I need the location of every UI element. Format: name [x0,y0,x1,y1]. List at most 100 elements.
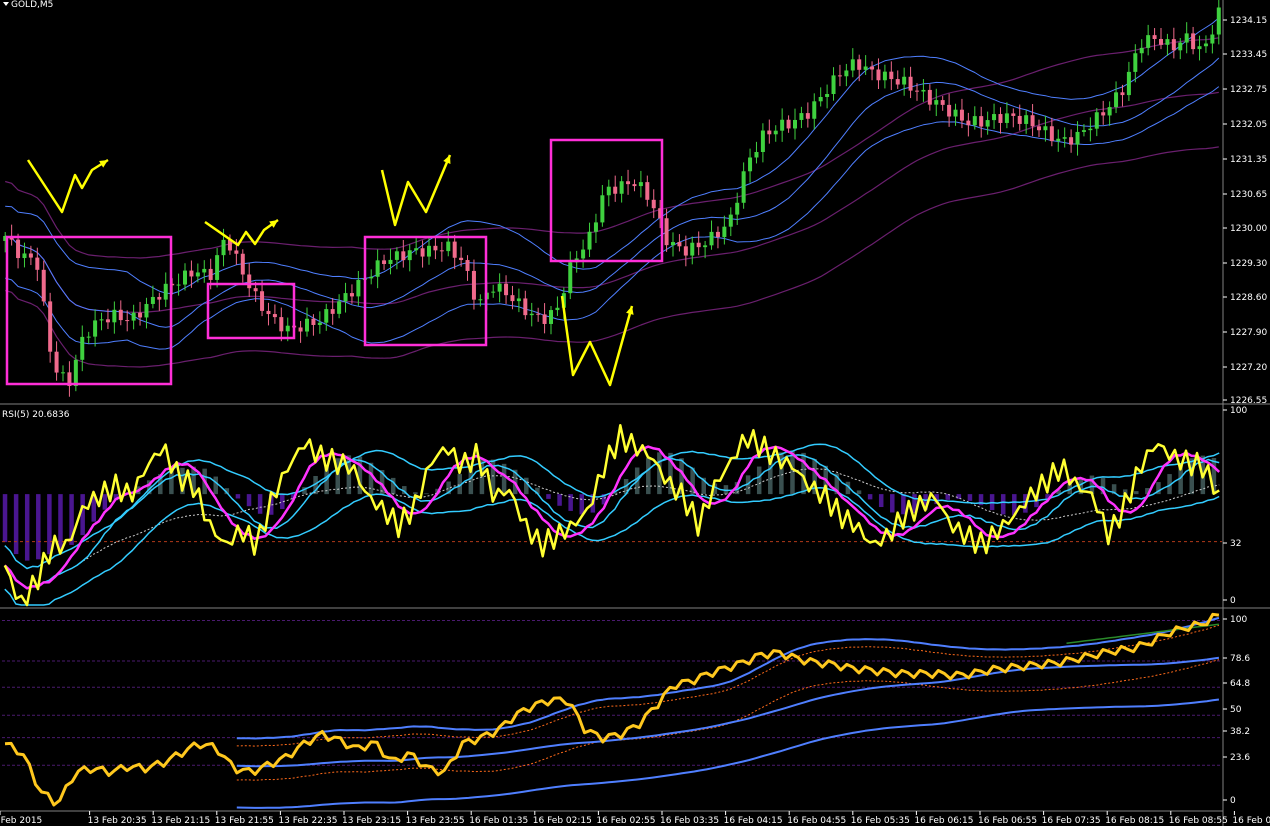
stoch-green-line [1066,623,1219,644]
purple-band-lower [5,146,1219,368]
candle-body [195,272,200,277]
rsi-histogram-bar [967,494,973,501]
candle-body [202,268,207,273]
candle-body [1043,126,1048,131]
rsi-histogram-bar [36,494,41,560]
candle-body [516,298,521,302]
time-tick-label: 13 Feb 21:55 [215,816,274,826]
candle-body [581,249,586,259]
candle-body [1165,39,1170,45]
candle-body [715,231,720,238]
candle-body [465,260,470,271]
rsi-histogram-bar [368,462,374,495]
candle-body [1197,46,1202,50]
price-tick-label: 1231.35 [1230,155,1267,165]
candle-body [189,270,194,277]
candle-body [825,94,830,97]
candle-body [927,89,932,105]
candle-body [240,253,245,275]
candle-body [651,199,656,209]
yellow-arrow [380,154,452,227]
fib-tick-label: 78.6 [1230,654,1250,664]
candle-body [324,309,329,323]
rsi-histogram-bar [257,494,263,514]
candle-body [221,239,226,256]
candle-body [1210,34,1215,44]
candle-body [99,319,104,321]
candle-body [427,245,431,257]
candle-body [536,313,541,315]
rsi-histogram-bar [235,494,241,499]
candle-body [677,242,682,247]
highlight-box [549,138,664,263]
price-tick-label: 1226.55 [1230,396,1267,406]
candle-body [587,231,592,250]
candle-body [28,253,33,258]
rsi-tick-label: 32 [1230,539,1241,549]
candle-body [330,309,335,314]
candle-body [1081,130,1086,132]
candle-body [80,336,85,360]
candle-body [1178,42,1183,51]
candle-body [626,181,631,185]
candle-body [966,120,971,126]
candle-body [934,100,939,105]
candle-body [767,130,772,135]
candle-body [600,195,605,223]
time-tick-label: 16 Feb 08:55 [1169,816,1228,826]
candle-body [606,186,611,196]
candle-body [1133,53,1138,72]
candle-body [144,303,149,318]
rsi-histogram-bar [413,492,418,495]
candle-body [549,310,553,324]
candle-body [818,96,823,102]
rsi-histogram-bar [579,494,584,515]
candle-body [1101,112,1106,116]
rsi-tick-label: 100 [1230,406,1247,416]
candle-body [793,119,797,129]
candle-body [452,241,457,258]
candle-body [1030,115,1035,127]
candle-body [953,109,958,117]
price-tick-label: 1232.05 [1230,120,1267,130]
candle-body [799,113,804,120]
candle-body [446,241,451,252]
candle-body [979,116,984,127]
rsi-histogram-bar [424,493,429,495]
candle-body [593,222,598,232]
candle-body [915,90,919,92]
candle-body [902,76,907,85]
candle-body [176,284,181,286]
time-tick-label: 13 Feb 20:35 [88,816,147,826]
rsi-histogram-bar [867,494,873,500]
candle-body [369,276,374,279]
candle-body [735,202,740,215]
rsi-histogram-bar [47,494,52,555]
stoch-orange-upper [236,624,1220,747]
rsi-histogram-bar [878,494,884,508]
candle-body [22,253,27,259]
rsi-histogram-bar [1134,491,1139,495]
candle-body [876,69,881,81]
rsi-histogram-bar [646,458,651,495]
symbol-label: GOLD,M5 [11,0,53,10]
price-tick-label: 1233.45 [1230,50,1267,60]
candle-body [157,296,162,300]
candle-body [439,250,444,252]
candle-body [234,250,239,254]
candle-body [1062,137,1067,139]
candle-body [349,293,354,297]
fib-tick-label: 23.6 [1230,753,1250,763]
rsi-histogram-bar [790,450,795,495]
candle-body [555,307,560,311]
candle-body [870,66,875,70]
candle-body [183,270,187,285]
candle-body [728,214,733,227]
candle-body [54,351,59,373]
candle-body [112,309,117,323]
highlight-box [363,235,488,347]
fib-tick-label: 64.8 [1230,679,1250,689]
candle-body [420,248,425,257]
candle-body [619,181,624,194]
rsi-histogram-bar [246,494,252,507]
